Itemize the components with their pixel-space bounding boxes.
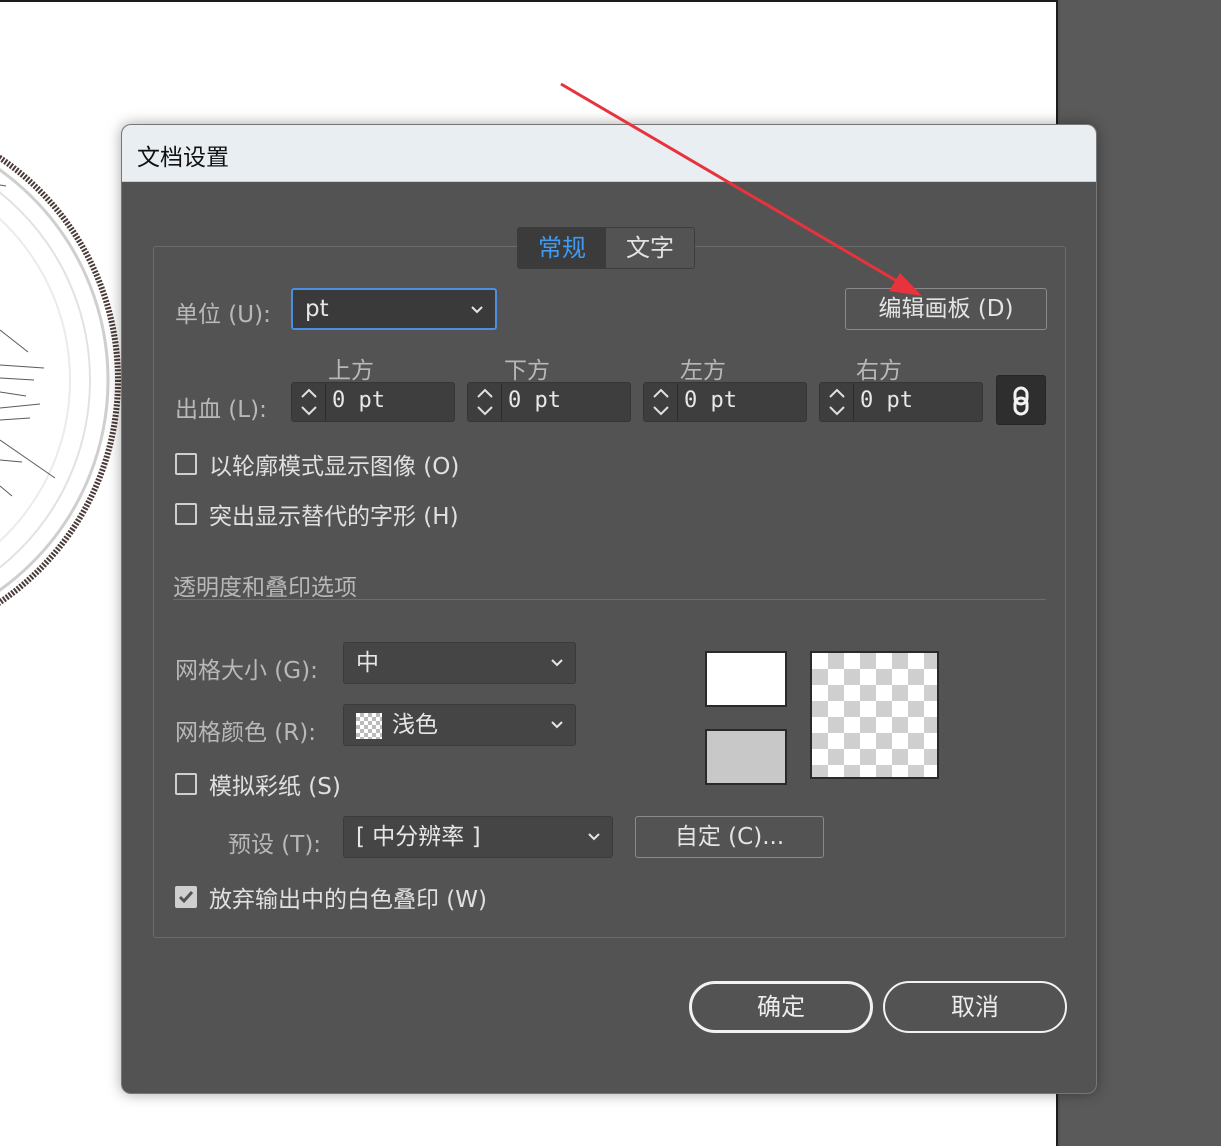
highlight-glyphs-checkbox[interactable] (175, 503, 197, 525)
highlight-glyphs-option[interactable]: 突出显示替代的字形 (H) (175, 497, 459, 531)
document-setup-dialog: 文档设置 常规 文字 单位 (U): pt 编辑画板 (D) 上方 下方 左方 … (121, 124, 1097, 1094)
custom-button[interactable]: 自定 (C)... (635, 816, 824, 858)
preset-select[interactable]: [ 中分辨率 ] (343, 816, 613, 858)
section-divider (173, 599, 1046, 600)
outline-mode-label: 以轮廓模式显示图像 (O) (209, 454, 460, 480)
highlight-glyphs-label: 突出显示替代的字形 (H) (209, 504, 459, 530)
outline-mode-checkbox[interactable] (175, 453, 197, 475)
chevron-down-icon (471, 306, 483, 314)
tab-bar: 常规 文字 (517, 227, 695, 269)
simulate-paper-label: 模拟彩纸 (S) (209, 774, 341, 800)
stepper-arrows-icon[interactable] (644, 383, 678, 421)
bleed-label: 出血 (L): (175, 397, 267, 423)
simulate-paper-option[interactable]: 模拟彩纸 (S) (175, 767, 341, 801)
dialog-titlebar[interactable]: 文档设置 (122, 125, 1096, 182)
edit-artboards-button[interactable]: 编辑画板 (D) (845, 288, 1047, 330)
grid-color-swatch-bottom[interactable] (705, 729, 787, 785)
bleed-left-value: 0 pt (684, 388, 737, 413)
transparency-grid-preview (810, 651, 939, 779)
transparency-section-title: 透明度和叠印选项 (173, 575, 357, 601)
grid-colors-select[interactable]: 浅色 (343, 704, 576, 746)
bleed-top-stepper[interactable]: 0 pt (291, 382, 455, 422)
bleed-right-value: 0 pt (860, 388, 913, 413)
bleed-top-header: 上方 (328, 358, 374, 384)
chevron-down-icon (551, 721, 563, 729)
preset-label: 预设 (T): (228, 832, 322, 858)
bleed-top-value: 0 pt (332, 388, 385, 413)
discard-white-overprint-checkbox[interactable] (175, 886, 197, 908)
bleed-right-stepper[interactable]: 0 pt (819, 382, 983, 422)
grid-size-label: 网格大小 (G): (175, 658, 318, 684)
units-label: 单位 (U): (175, 302, 271, 328)
chevron-down-icon (588, 833, 600, 841)
grid-size-select[interactable]: 中 (343, 642, 576, 684)
stepper-arrows-icon[interactable] (820, 383, 854, 421)
tab-type[interactable]: 文字 (606, 228, 694, 268)
checker-swatch-icon (356, 712, 382, 739)
link-bleed-button[interactable] (996, 375, 1046, 425)
stepper-arrows-icon[interactable] (468, 383, 502, 421)
grid-colors-label: 网格颜色 (R): (175, 720, 316, 746)
dialog-title: 文档设置 (137, 145, 229, 171)
bleed-bottom-header: 下方 (504, 358, 550, 384)
units-select[interactable]: pt (291, 288, 497, 330)
bleed-right-header: 右方 (856, 358, 902, 384)
bleed-bottom-stepper[interactable]: 0 pt (467, 382, 631, 422)
tab-general[interactable]: 常规 (518, 228, 606, 268)
stepper-arrows-icon[interactable] (292, 383, 326, 421)
chevron-down-icon (551, 659, 563, 667)
checkmark-icon (178, 891, 194, 904)
preset-value: [ 中分辨率 ] (356, 824, 481, 850)
grid-size-value: 中 (356, 650, 379, 676)
bleed-left-stepper[interactable]: 0 pt (643, 382, 807, 422)
link-icon (1013, 386, 1029, 416)
outline-mode-option[interactable]: 以轮廓模式显示图像 (O) (175, 447, 459, 481)
cancel-button[interactable]: 取消 (883, 981, 1067, 1033)
grid-colors-value: 浅色 (392, 712, 438, 738)
discard-white-overprint-label: 放弃输出中的白色叠印 (W) (209, 887, 487, 913)
ok-button[interactable]: 确定 (689, 981, 873, 1033)
bleed-left-header: 左方 (680, 358, 726, 384)
bleed-bottom-value: 0 pt (508, 388, 561, 413)
units-value: pt (305, 296, 329, 322)
discard-white-overprint-option[interactable]: 放弃输出中的白色叠印 (W) (175, 880, 487, 914)
grid-color-swatch-top[interactable] (705, 651, 787, 707)
simulate-paper-checkbox[interactable] (175, 773, 197, 795)
